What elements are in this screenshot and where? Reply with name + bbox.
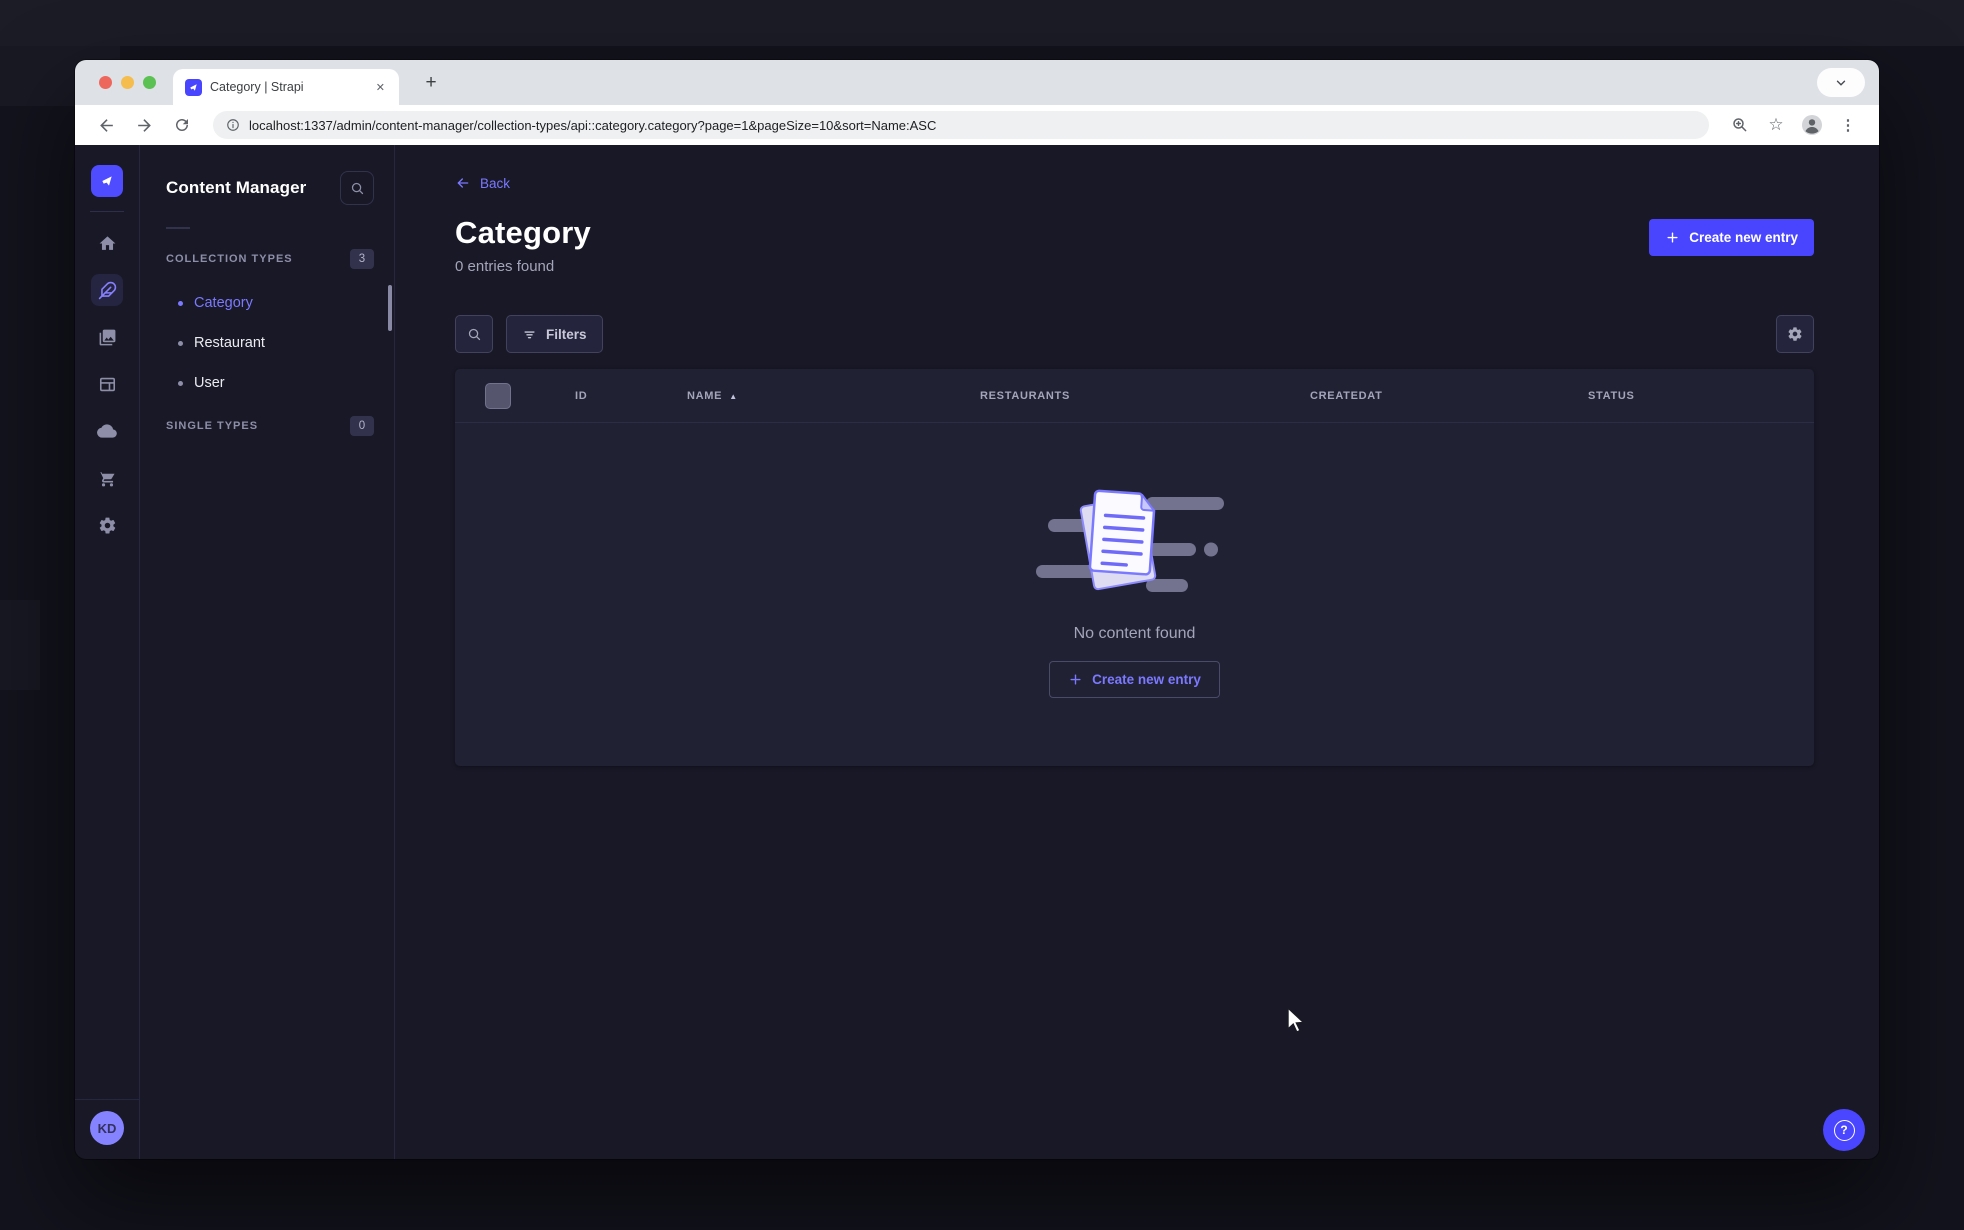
browser-window: Category | Strapi ✕ + localhost:1337/adm…: [75, 60, 1879, 1159]
sort-ascending-icon: ▲: [729, 391, 738, 401]
empty-create-new-entry-label: Create new entry: [1092, 672, 1201, 687]
nav-settings-icon[interactable]: [91, 509, 123, 541]
create-new-entry-button[interactable]: Create new entry: [1649, 219, 1814, 256]
help-icon: ?: [1833, 1119, 1855, 1141]
sidebar-item-label: User: [194, 375, 225, 391]
new-tab-button[interactable]: +: [417, 69, 445, 97]
filters-label: Filters: [546, 326, 587, 342]
empty-create-new-entry-button[interactable]: Create new entry: [1049, 661, 1220, 698]
nav-marketplace-icon[interactable]: [91, 462, 123, 494]
column-header-name[interactable]: NAME ▲: [687, 390, 738, 402]
zoom-icon[interactable]: [1725, 110, 1755, 140]
strapi-admin: KD Content Manager COLLECTION TYPES 3 Ca…: [75, 145, 1879, 1159]
nav-home-icon[interactable]: [91, 227, 123, 259]
entries-table: ID NAME ▲ RESTAURANTS CREATEDAT STATUS N…: [455, 369, 1814, 766]
desktop-menubar: [0, 0, 1964, 46]
empty-state: No content found Create new entry: [455, 423, 1814, 698]
minimize-window-button[interactable]: [121, 76, 134, 89]
nav-content-manager-icon[interactable]: [91, 274, 123, 306]
panel-search-button[interactable]: [340, 171, 374, 205]
table-header-row: ID NAME ▲ RESTAURANTS CREATEDAT STATUS: [455, 369, 1814, 423]
search-icon: [468, 328, 480, 340]
desktop-background-shape: [0, 600, 40, 690]
plus-icon: [1667, 232, 1678, 243]
reload-button[interactable]: [167, 110, 197, 140]
divider: [75, 1099, 139, 1100]
browser-profile-avatar[interactable]: [1797, 110, 1827, 140]
divider: [166, 227, 190, 229]
sidebar-item-category[interactable]: Category: [166, 283, 374, 323]
back-link[interactable]: Back: [455, 175, 510, 191]
column-header-status: STATUS: [1588, 390, 1635, 402]
arrow-left-icon: [457, 178, 469, 188]
main-navigation-rail: KD: [75, 145, 140, 1159]
tab-title: Category | Strapi: [210, 80, 304, 94]
create-new-entry-label: Create new entry: [1689, 230, 1798, 245]
strapi-favicon: [185, 78, 202, 96]
main-content: Back Category 0 entries found Create new…: [395, 145, 1879, 1159]
nav-cloud-icon[interactable]: [91, 415, 123, 447]
help-button[interactable]: ?: [1823, 1109, 1865, 1151]
mouse-cursor: [1287, 1006, 1306, 1033]
search-button[interactable]: [455, 315, 493, 353]
window-controls: [99, 76, 156, 89]
tab-search-button[interactable]: [1817, 68, 1865, 97]
plus-icon: [1070, 674, 1081, 685]
browser-actions: ☆ ⋮: [1725, 110, 1863, 140]
maximize-window-button[interactable]: [143, 76, 156, 89]
url-text: localhost:1337/admin/content-manager/col…: [249, 117, 937, 133]
single-types-count-badge: 0: [350, 416, 374, 436]
address-bar[interactable]: localhost:1337/admin/content-manager/col…: [213, 111, 1709, 139]
sidebar-item-label: Restaurant: [194, 335, 265, 351]
tab-close-icon[interactable]: ✕: [372, 79, 389, 96]
collection-types-label: COLLECTION TYPES: [166, 253, 293, 265]
browser-tab[interactable]: Category | Strapi ✕: [173, 69, 399, 105]
nav-media-library-icon[interactable]: [91, 321, 123, 353]
panel-title: Content Manager: [166, 178, 307, 197]
select-all-checkbox[interactable]: [485, 383, 511, 409]
content-manager-panel: Content Manager COLLECTION TYPES 3 Categ…: [140, 145, 395, 1159]
bookmark-star-icon[interactable]: ☆: [1761, 110, 1791, 140]
panel-scrollbar[interactable]: [388, 285, 392, 331]
column-header-createdat: CREATEDAT: [1310, 390, 1383, 402]
sidebar-item-label: Category: [194, 295, 253, 311]
gear-icon: [1788, 327, 1802, 341]
filters-button[interactable]: Filters: [506, 315, 603, 353]
strapi-logo[interactable]: [91, 165, 123, 197]
bullet-icon: [178, 340, 183, 346]
single-types-label: SINGLE TYPES: [166, 420, 259, 432]
bullet-icon: [178, 380, 183, 386]
browser-toolbar: localhost:1337/admin/content-manager/col…: [75, 105, 1879, 145]
column-header-restaurants: RESTAURANTS: [980, 390, 1070, 402]
browser-tab-bar: Category | Strapi ✕ +: [75, 60, 1879, 105]
empty-state-message: No content found: [1073, 625, 1196, 642]
back-label: Back: [480, 175, 511, 191]
close-window-button[interactable]: [99, 76, 112, 89]
user-avatar[interactable]: KD: [90, 1111, 124, 1145]
filter-icon: [524, 330, 535, 338]
forward-button[interactable]: [129, 110, 159, 140]
sidebar-item-restaurant[interactable]: Restaurant: [166, 323, 374, 363]
page-info-icon[interactable]: [226, 118, 240, 132]
browser-menu-icon[interactable]: ⋮: [1833, 110, 1863, 140]
view-settings-button[interactable]: [1776, 315, 1814, 353]
no-content-illustration: [1035, 489, 1224, 592]
page-title: Category: [455, 215, 591, 250]
bullet-icon: [178, 300, 183, 306]
sidebar-item-user[interactable]: User: [166, 363, 374, 403]
nav-content-type-builder-icon[interactable]: [91, 368, 123, 400]
back-button[interactable]: [91, 110, 121, 140]
chevron-down-icon: [1836, 80, 1846, 86]
divider: [90, 211, 124, 212]
column-header-id[interactable]: ID: [575, 390, 587, 402]
collection-types-count-badge: 3: [350, 249, 374, 269]
entries-count: 0 entries found: [455, 258, 555, 275]
